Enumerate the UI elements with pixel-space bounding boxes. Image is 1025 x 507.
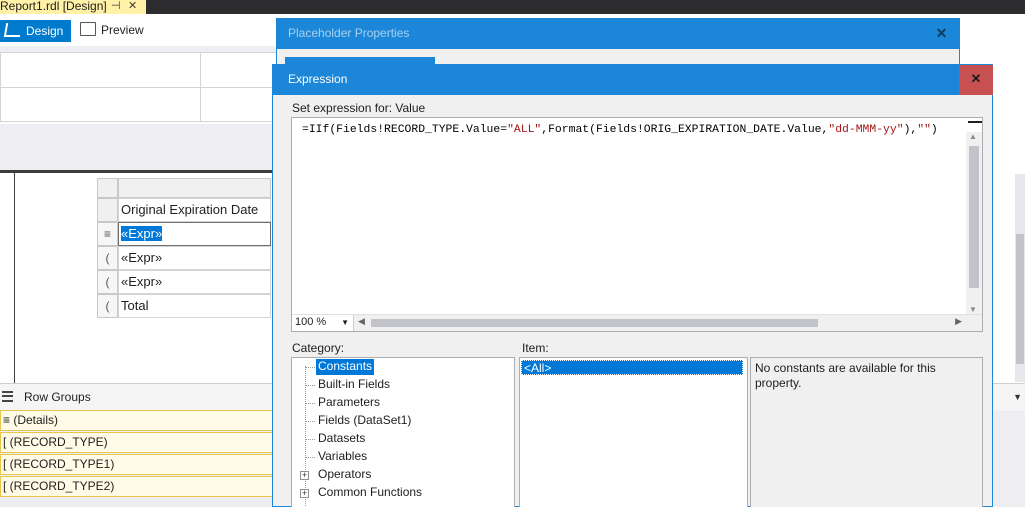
- tree-branch: [305, 385, 315, 386]
- category-datasets[interactable]: Datasets: [316, 431, 367, 447]
- tablix-row-handle[interactable]: (: [97, 246, 118, 270]
- description-box: No constants are available for this prop…: [750, 357, 983, 507]
- category-tree[interactable]: Constants Built-in Fields Parameters Fie…: [291, 357, 515, 507]
- preview-icon: [80, 22, 96, 36]
- preview-button[interactable]: Preview: [76, 20, 146, 42]
- editor-bottom-bar: 100 % ▼ ◀ ▶: [292, 314, 982, 331]
- tablix-cell[interactable]: «Expr»: [118, 246, 271, 270]
- tablix-cell-total[interactable]: Total: [118, 294, 271, 318]
- category-variables[interactable]: Variables: [316, 449, 369, 465]
- row-groups-title: Row Groups: [24, 390, 91, 404]
- editor-hscroll-thumb[interactable]: [371, 319, 818, 327]
- item-list[interactable]: <All>: [519, 357, 748, 507]
- dropdown-arrow-icon[interactable]: ▼: [1013, 392, 1022, 402]
- tab-title: Report1.rdl [Design]: [0, 0, 107, 13]
- tablix-row-handle[interactable]: (: [97, 270, 118, 294]
- tablix-cell[interactable]: «Expr»: [118, 270, 271, 294]
- document-tab-strip: [0, 0, 1025, 14]
- tab-report1-design[interactable]: Report1.rdl [Design] ⊣ ✕: [0, 0, 146, 14]
- set-expression-label: Set expression for: Value: [292, 101, 426, 115]
- expression-dialog-title: Expression: [273, 65, 992, 95]
- zoom-select[interactable]: 100 % ▼: [292, 315, 354, 331]
- expression-close-button[interactable]: ✕: [959, 65, 993, 95]
- category-fields-dataset1[interactable]: Fields (DataSet1): [316, 413, 413, 429]
- pin-icon[interactable]: ⊣: [111, 0, 121, 13]
- category-common-functions[interactable]: Common Functions: [316, 485, 424, 501]
- tablix-column-handle[interactable]: [118, 178, 271, 198]
- expression-editor[interactable]: =IIf(Fields!RECORD_TYPE.Value="ALL",Form…: [291, 117, 983, 332]
- editor-vscroll-thumb[interactable]: [969, 146, 979, 288]
- expression-dialog: Expression ✕ Set expression for: Value =…: [272, 64, 993, 507]
- tree-connector: [305, 366, 306, 506]
- tablix-row-handle[interactable]: [97, 198, 118, 222]
- row-groups-header: Row Groups: [0, 383, 290, 411]
- category-constants[interactable]: Constants: [316, 359, 375, 375]
- scroll-left-icon[interactable]: ◀: [358, 316, 365, 327]
- scrollbar-thumb[interactable]: [1016, 234, 1024, 364]
- tree-branch: [305, 439, 315, 440]
- expand-icon[interactable]: +: [300, 489, 309, 498]
- scroll-up-icon[interactable]: ▲: [969, 132, 977, 141]
- category-label: Category:: [292, 341, 345, 355]
- row-group-item-details[interactable]: ≡ (Details): [0, 410, 273, 431]
- editor-overview-marker: [968, 121, 982, 123]
- body-left-border: [14, 173, 15, 383]
- category-operators[interactable]: Operators: [316, 467, 373, 483]
- placeholder-close-button[interactable]: ✕: [924, 19, 959, 49]
- editor-horizontal-scrollbar[interactable]: ◀ ▶: [358, 316, 962, 329]
- tree-branch: [305, 403, 315, 404]
- tablix-row-handle[interactable]: ≡: [97, 222, 118, 246]
- tree-branch: [305, 367, 315, 368]
- row-group-item-record-type2[interactable]: [ (RECORD_TYPE2): [0, 476, 273, 497]
- design-button[interactable]: Design: [0, 20, 71, 42]
- design-icon: [3, 23, 23, 37]
- tree-branch: [305, 457, 315, 458]
- category-built-in-fields[interactable]: Built-in Fields: [316, 377, 392, 393]
- chevron-down-icon: ▼: [341, 318, 349, 327]
- row-group-item-record-type1[interactable]: [ (RECORD_TYPE1): [0, 454, 273, 475]
- tablix-row-handle[interactable]: (: [97, 294, 118, 318]
- category-parameters[interactable]: Parameters: [316, 395, 382, 411]
- editor-vertical-scrollbar[interactable]: ▲ ▼: [966, 132, 982, 314]
- row-group-item-record-type[interactable]: [ (RECORD_TYPE): [0, 432, 273, 453]
- editor-vertical-scrollbar[interactable]: [1015, 174, 1025, 382]
- scroll-down-icon[interactable]: ▼: [969, 305, 977, 314]
- placeholder-properties-title: Placeholder Properties: [277, 19, 959, 49]
- scroll-right-icon[interactable]: ▶: [955, 316, 962, 327]
- design-surface-margin: [0, 124, 290, 170]
- tree-branch: [305, 421, 315, 422]
- item-label: Item:: [522, 341, 549, 355]
- expression-code[interactable]: =IIf(Fields!RECORD_TYPE.Value="ALL",Form…: [302, 124, 938, 136]
- tablix-header-cell[interactable]: Original Expiration Date: [118, 198, 271, 222]
- close-tab-icon[interactable]: ✕: [128, 0, 137, 13]
- expand-icon[interactable]: +: [300, 471, 309, 480]
- tablix-corner-handle[interactable]: [97, 178, 118, 198]
- item-all[interactable]: <All>: [521, 360, 743, 375]
- tablix-cell-selected[interactable]: «Expr»: [118, 222, 271, 246]
- row-groups-icon: [2, 391, 13, 402]
- header-cell[interactable]: [0, 87, 201, 122]
- header-cell[interactable]: [0, 52, 201, 88]
